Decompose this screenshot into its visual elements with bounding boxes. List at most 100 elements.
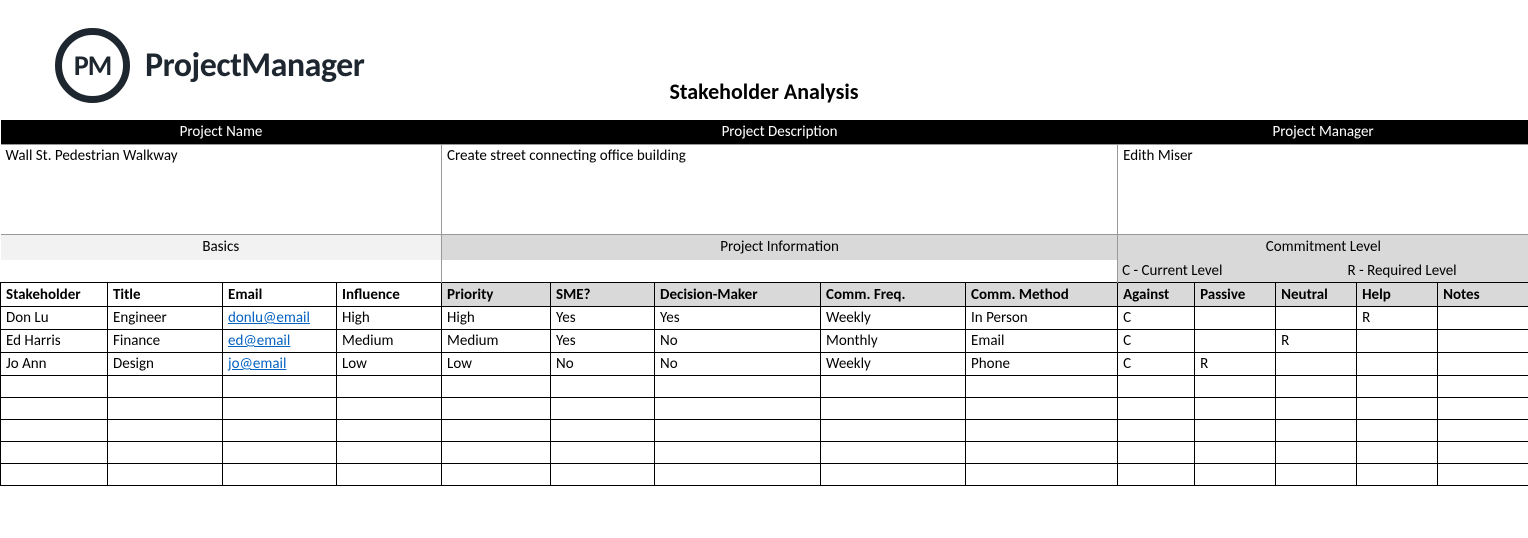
cell-passive[interactable]: [1195, 398, 1276, 420]
cell-against[interactable]: C: [1118, 330, 1195, 353]
cell-sme[interactable]: [551, 442, 655, 464]
cell-help[interactable]: [1357, 464, 1438, 486]
cell-sme[interactable]: Yes: [551, 330, 655, 353]
cell-sme[interactable]: No: [551, 353, 655, 376]
cell-email[interactable]: jo@email: [223, 353, 337, 376]
cell-notes[interactable]: [1438, 464, 1528, 486]
cell-help[interactable]: [1357, 330, 1438, 353]
cell-passive[interactable]: [1195, 330, 1276, 353]
cell-influence[interactable]: [337, 398, 442, 420]
cell-influence[interactable]: High: [337, 307, 442, 330]
cell-email[interactable]: ed@email: [223, 330, 337, 353]
cell-priority[interactable]: Low: [442, 353, 551, 376]
cell-freq[interactable]: [821, 442, 966, 464]
cell-passive[interactable]: [1195, 420, 1276, 442]
cell-against[interactable]: [1118, 398, 1195, 420]
cell-freq[interactable]: [821, 464, 966, 486]
cell-freq[interactable]: [821, 398, 966, 420]
cell-stakeholder[interactable]: [1, 420, 108, 442]
cell-sme[interactable]: [551, 420, 655, 442]
cell-email[interactable]: donlu@email: [223, 307, 337, 330]
cell-method[interactable]: In Person: [966, 307, 1118, 330]
cell-neutral[interactable]: [1276, 398, 1357, 420]
cell-notes[interactable]: [1438, 330, 1528, 353]
email-link[interactable]: jo@email: [228, 355, 286, 373]
cell-email[interactable]: [223, 442, 337, 464]
cell-decision[interactable]: [655, 398, 821, 420]
cell-passive[interactable]: R: [1195, 353, 1276, 376]
cell-notes[interactable]: [1438, 442, 1528, 464]
cell-stakeholder[interactable]: [1, 442, 108, 464]
cell-influence[interactable]: [337, 420, 442, 442]
cell-decision[interactable]: [655, 442, 821, 464]
cell-title[interactable]: Design: [108, 353, 223, 376]
cell-freq[interactable]: Weekly: [821, 307, 966, 330]
cell-freq[interactable]: [821, 376, 966, 398]
cell-sme[interactable]: [551, 376, 655, 398]
cell-decision[interactable]: [655, 464, 821, 486]
cell-priority[interactable]: [442, 376, 551, 398]
cell-neutral[interactable]: [1276, 464, 1357, 486]
cell-priority[interactable]: [442, 442, 551, 464]
cell-method[interactable]: [966, 420, 1118, 442]
cell-notes[interactable]: [1438, 353, 1528, 376]
cell-title[interactable]: [108, 398, 223, 420]
cell-stakeholder[interactable]: [1, 464, 108, 486]
cell-stakeholder[interactable]: Don Lu: [1, 307, 108, 330]
email-link[interactable]: ed@email: [228, 332, 290, 350]
cell-freq[interactable]: Weekly: [821, 353, 966, 376]
project-description-value[interactable]: Create street connecting office building: [442, 144, 1118, 234]
cell-priority[interactable]: [442, 420, 551, 442]
cell-against[interactable]: C: [1118, 353, 1195, 376]
cell-method[interactable]: [966, 442, 1118, 464]
cell-passive[interactable]: [1195, 442, 1276, 464]
cell-freq[interactable]: [821, 420, 966, 442]
cell-title[interactable]: [108, 442, 223, 464]
cell-email[interactable]: [223, 398, 337, 420]
cell-title[interactable]: Finance: [108, 330, 223, 353]
cell-stakeholder[interactable]: Ed Harris: [1, 330, 108, 353]
cell-title[interactable]: Engineer: [108, 307, 223, 330]
cell-decision[interactable]: Yes: [655, 307, 821, 330]
cell-method[interactable]: [966, 398, 1118, 420]
cell-influence[interactable]: Medium: [337, 330, 442, 353]
cell-priority[interactable]: High: [442, 307, 551, 330]
cell-neutral[interactable]: [1276, 442, 1357, 464]
cell-help[interactable]: [1357, 376, 1438, 398]
cell-influence[interactable]: [337, 376, 442, 398]
cell-method[interactable]: [966, 464, 1118, 486]
cell-method[interactable]: Email: [966, 330, 1118, 353]
cell-stakeholder[interactable]: [1, 376, 108, 398]
cell-title[interactable]: [108, 464, 223, 486]
cell-help[interactable]: [1357, 398, 1438, 420]
cell-priority[interactable]: [442, 398, 551, 420]
cell-email[interactable]: [223, 376, 337, 398]
cell-against[interactable]: [1118, 442, 1195, 464]
cell-neutral[interactable]: [1276, 420, 1357, 442]
cell-help[interactable]: [1357, 442, 1438, 464]
cell-against[interactable]: [1118, 464, 1195, 486]
cell-sme[interactable]: [551, 398, 655, 420]
cell-neutral[interactable]: [1276, 376, 1357, 398]
cell-email[interactable]: [223, 420, 337, 442]
cell-notes[interactable]: [1438, 307, 1528, 330]
cell-stakeholder[interactable]: Jo Ann: [1, 353, 108, 376]
cell-help[interactable]: R: [1357, 307, 1438, 330]
cell-decision[interactable]: [655, 376, 821, 398]
cell-neutral[interactable]: R: [1276, 330, 1357, 353]
cell-priority[interactable]: [442, 464, 551, 486]
cell-title[interactable]: [108, 420, 223, 442]
cell-notes[interactable]: [1438, 398, 1528, 420]
cell-sme[interactable]: [551, 464, 655, 486]
cell-notes[interactable]: [1438, 420, 1528, 442]
cell-neutral[interactable]: [1276, 307, 1357, 330]
cell-title[interactable]: [108, 376, 223, 398]
cell-email[interactable]: [223, 464, 337, 486]
cell-notes[interactable]: [1438, 376, 1528, 398]
cell-help[interactable]: [1357, 420, 1438, 442]
cell-method[interactable]: Phone: [966, 353, 1118, 376]
cell-passive[interactable]: [1195, 376, 1276, 398]
cell-sme[interactable]: Yes: [551, 307, 655, 330]
cell-influence[interactable]: [337, 464, 442, 486]
cell-influence[interactable]: [337, 442, 442, 464]
